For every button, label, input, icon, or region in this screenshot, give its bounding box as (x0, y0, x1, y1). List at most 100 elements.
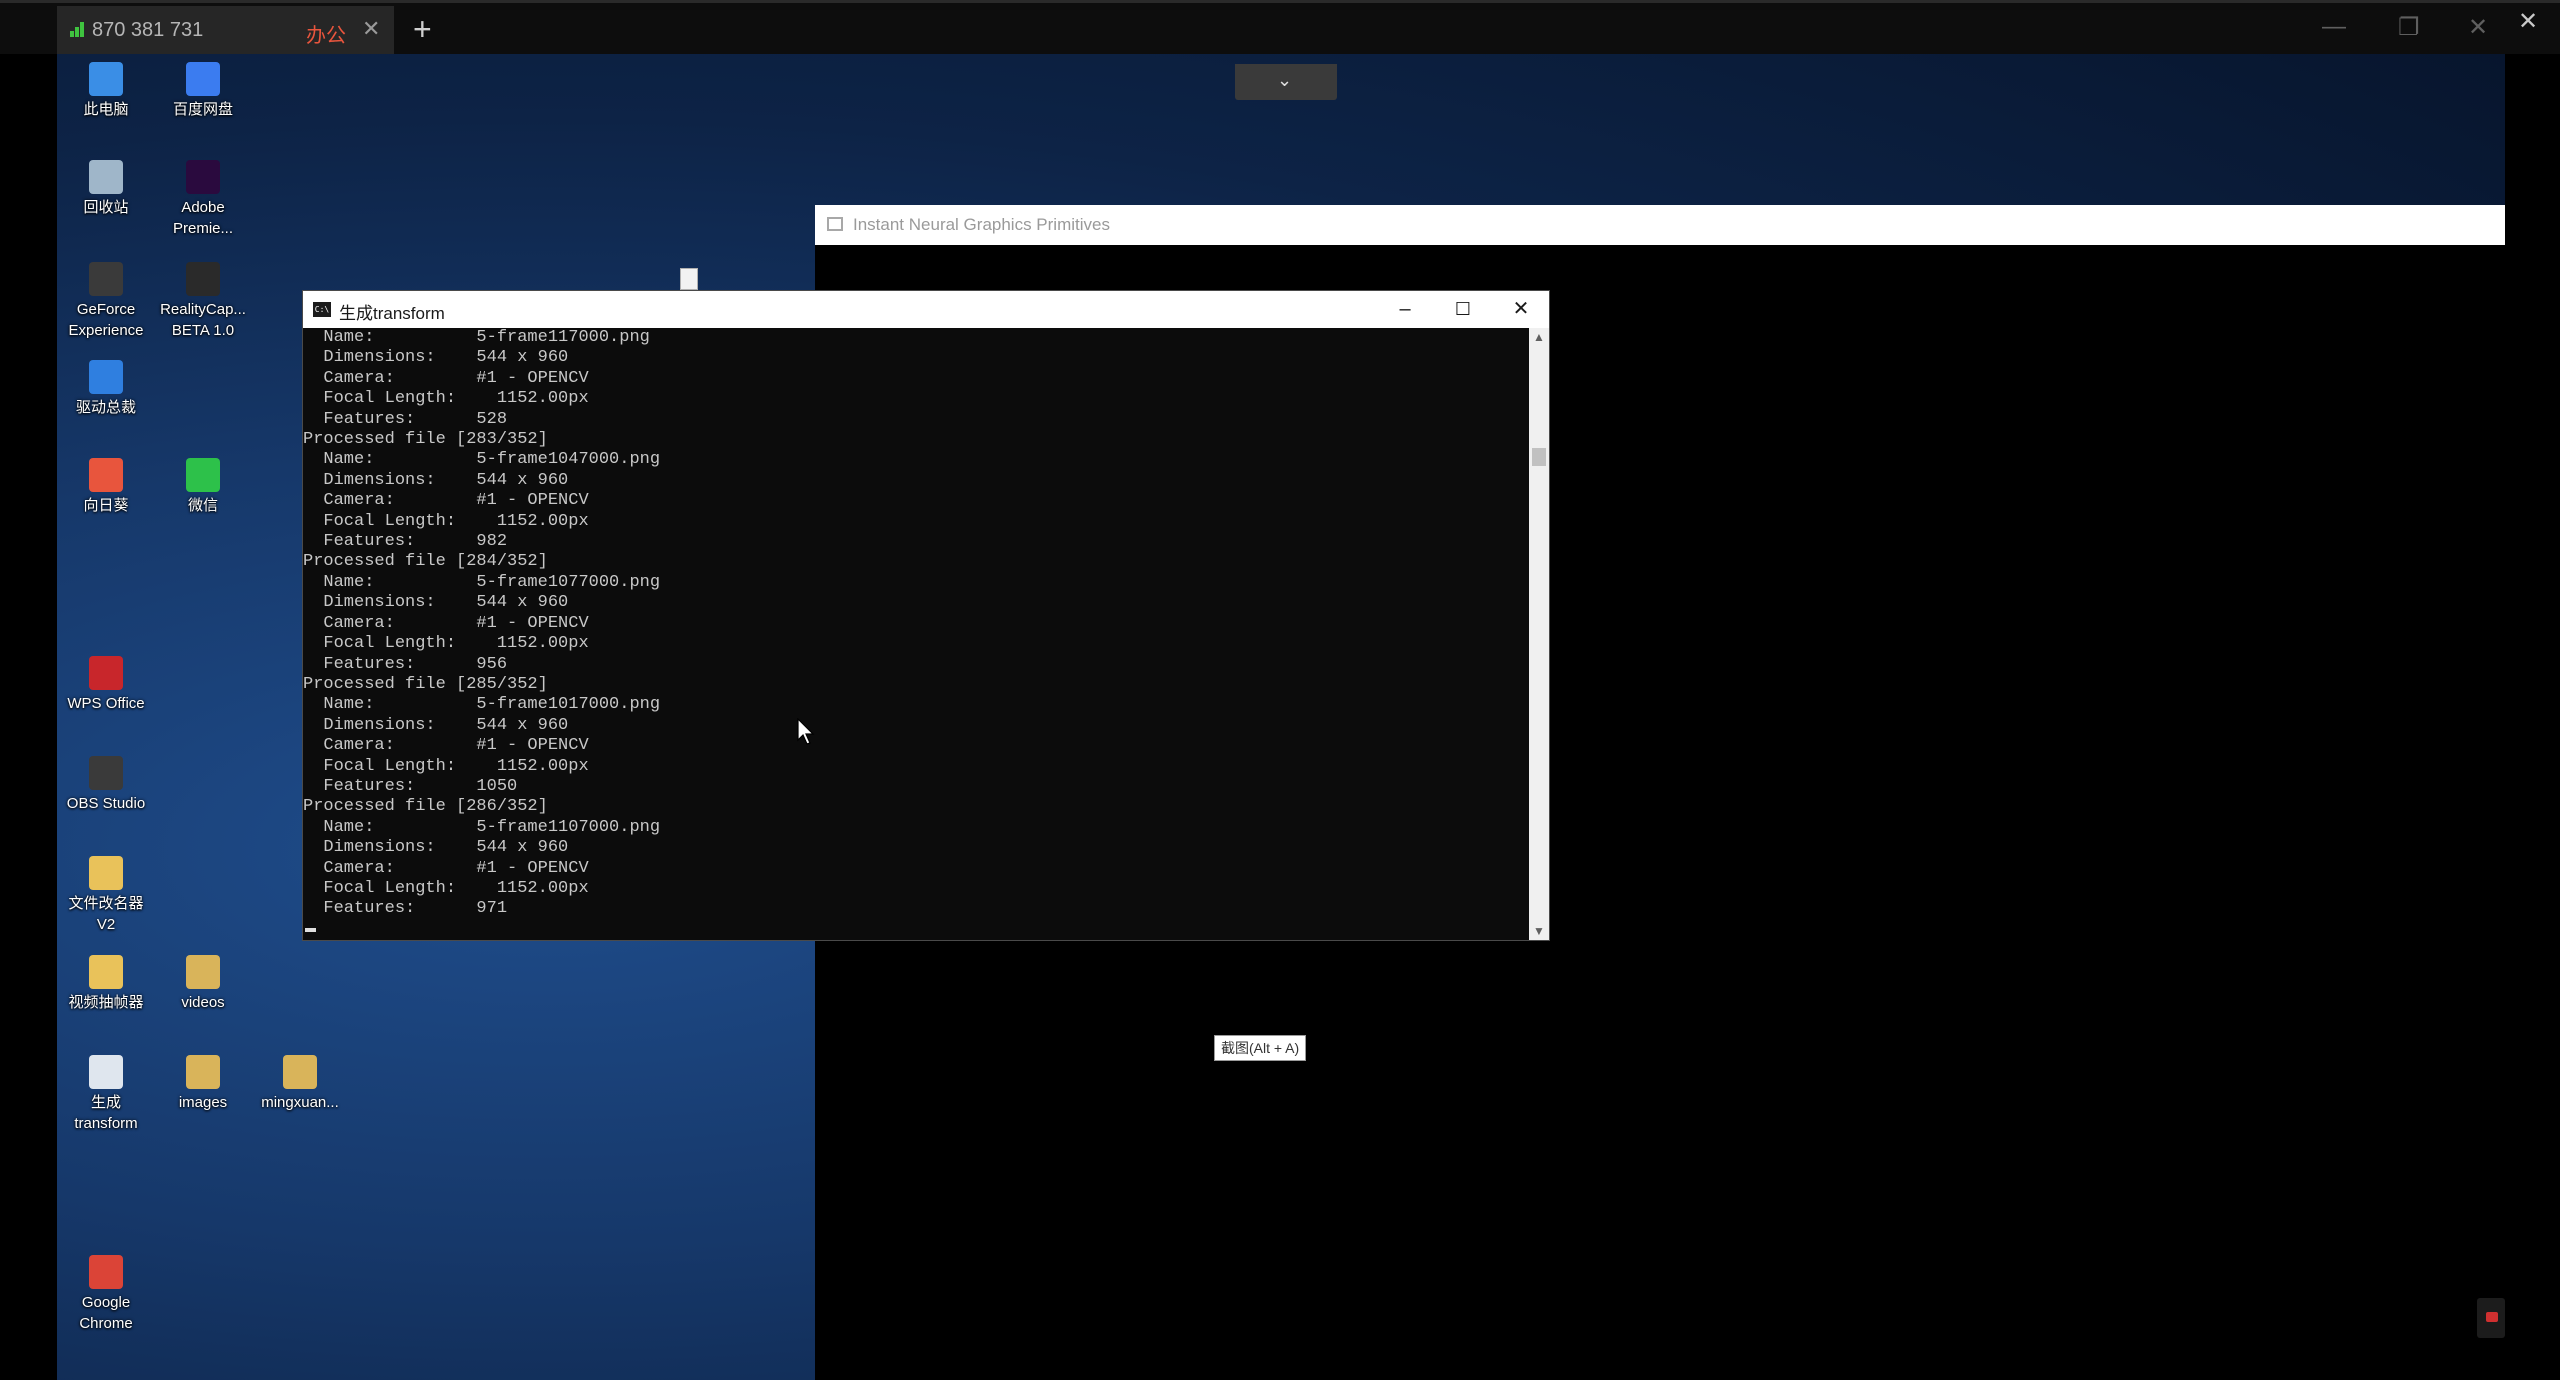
close-button[interactable]: ✕ (1493, 293, 1549, 326)
desktop-icon-label: videos (181, 994, 225, 1011)
renamer-icon (89, 856, 123, 890)
toolbar-dropdown-toggle[interactable]: ⌄ (1235, 64, 1337, 100)
driver-icon (89, 360, 123, 394)
scroll-down-icon[interactable]: ▼ (1529, 924, 1549, 938)
client-side-strip (2505, 54, 2560, 1380)
console-window[interactable]: C:\ 生成transform – ☐ ✕ Name: 5-frame11700… (302, 290, 1550, 941)
console-line: Focal Length: 1152.00px (303, 511, 589, 531)
desktop-icon-label: 视频抽帧器 (68, 994, 144, 1011)
text-cursor (305, 928, 316, 932)
console-line: Camera: #1 - OPENCV (303, 491, 589, 511)
console-line: Features: 528 (303, 409, 508, 429)
client-close-icon[interactable]: ✕ (2518, 7, 2538, 36)
new-tab-button[interactable]: + (413, 11, 432, 48)
sunflower-icon (89, 458, 123, 492)
desktop-icon[interactable]: 文件改名器 V2 (58, 856, 154, 935)
tab-close-icon[interactable]: ✕ (362, 16, 380, 42)
window-app-icon (827, 217, 843, 231)
window-minimize-icon[interactable]: — (2322, 13, 2346, 41)
file-icon[interactable] (680, 268, 698, 290)
desktop-icon-label: 文件改名器 V2 (68, 895, 144, 933)
desktop-icon[interactable]: OBS Studio (58, 756, 154, 814)
desktop-icon[interactable]: GeForce Experience (58, 262, 154, 341)
ngp-window-titlebar[interactable]: Instant Neural Graphics Primitives (815, 205, 2505, 245)
desktop-icon-label: WPS Office (67, 695, 145, 712)
desktop-icon[interactable]: 微信 (155, 458, 251, 516)
recycle-bin-icon (89, 160, 123, 194)
console-app-icon: C:\ (313, 302, 331, 317)
desktop-icon[interactable]: 驱动总裁 (58, 360, 154, 418)
wechat-icon (186, 458, 220, 492)
console-line: Name: 5-frame1107000.png (303, 817, 661, 837)
console-line: Focal Length: 1152.00px (303, 878, 589, 898)
floating-widget[interactable] (2477, 1298, 2505, 1338)
console-line: Focal Length: 1152.00px (303, 634, 589, 654)
console-line: Features: 956 (303, 654, 508, 674)
console-line: Name: 5-frame1017000.png (303, 695, 661, 715)
desktop-icon[interactable]: images (155, 1055, 251, 1113)
desktop-icon-label: 此电脑 (83, 101, 129, 118)
wps-icon (89, 656, 123, 690)
console-output[interactable]: Name: 5-frame117000.png Dimensions: 544 … (303, 328, 1529, 940)
desktop-icon-label: 微信 (187, 497, 218, 514)
console-line: Dimensions: 544 x 960 (303, 348, 569, 368)
widget-icon (2486, 1312, 2498, 1322)
desktop-icon[interactable]: mingxuan... (252, 1055, 348, 1113)
desktop-icon[interactable]: 此电脑 (58, 62, 154, 120)
script-file-icon (89, 1055, 123, 1089)
chrome-icon (89, 1255, 123, 1289)
desktop-icon[interactable]: 视频抽帧器 (58, 955, 154, 1013)
baidu-netdisk-icon (186, 62, 220, 96)
computer-icon (89, 62, 123, 96)
frame-extractor-icon (89, 955, 123, 989)
console-line: Features: 971 (303, 899, 508, 919)
scroll-thumb[interactable] (1532, 448, 1546, 466)
console-line: Camera: #1 - OPENCV (303, 736, 589, 756)
scroll-up-icon[interactable]: ▲ (1529, 330, 1549, 344)
ngp-window-title: Instant Neural Graphics Primitives (853, 215, 1110, 234)
desktop-icon[interactable]: Adobe Premie... (155, 160, 251, 239)
console-line: Name: 5-frame117000.png (303, 328, 650, 347)
desktop-icon[interactable]: videos (155, 955, 251, 1013)
console-titlebar[interactable]: C:\ 生成transform – ☐ ✕ (303, 291, 1549, 328)
desktop-icon-label: 生成 transform (74, 1094, 138, 1132)
desktop-icon-label: 驱动总裁 (75, 399, 136, 416)
window-close-icon[interactable]: ✕ (2468, 13, 2488, 42)
premiere-icon (186, 160, 220, 194)
console-line: Features: 1050 (303, 776, 518, 796)
desktop-icon[interactable]: 向日葵 (58, 458, 154, 516)
desktop-icon-label: Adobe Premie... (172, 199, 233, 237)
console-line: Camera: #1 - OPENCV (303, 613, 589, 633)
console-scrollbar[interactable]: ▲ ▼ (1529, 328, 1549, 940)
connection-id: 870 381 731 (92, 19, 204, 41)
desktop-icon[interactable]: RealityCap... BETA 1.0 (155, 262, 251, 341)
console-line: Processed file [284/352] (303, 552, 548, 572)
console-line: Focal Length: 1152.00px (303, 756, 589, 776)
console-line: Processed file [286/352] (303, 797, 548, 817)
signal-strength-icon (70, 22, 88, 37)
console-line: Processed file [283/352] (303, 430, 548, 450)
remote-client-toolbar: 870 381 731 办公 ✕ + — ❐ ✕ ✕ (0, 0, 2560, 57)
desktop-icon-label: RealityCap... BETA 1.0 (160, 301, 246, 339)
desktop-icon[interactable]: WPS Office (58, 656, 154, 714)
geforce-icon (89, 262, 123, 296)
desktop-icon-label: mingxuan... (261, 1094, 339, 1111)
chevron-down-icon: ⌄ (1277, 70, 1293, 90)
desktop-icon-label: images (178, 1094, 228, 1111)
maximize-button[interactable]: ☐ (1435, 293, 1491, 326)
minimize-button[interactable]: – (1377, 293, 1433, 326)
desktop-icon[interactable]: 回收站 (58, 160, 154, 218)
folder-icon (186, 955, 220, 989)
obs-icon (89, 756, 123, 790)
desktop-icon-label: GeForce Experience (68, 301, 144, 339)
session-label[interactable]: 办公 (306, 19, 346, 48)
window-restore-icon[interactable]: ❐ (2398, 13, 2420, 42)
desktop-icon-label: 向日葵 (83, 497, 129, 514)
desktop-icon[interactable]: 百度网盘 (155, 62, 251, 120)
console-line: Dimensions: 544 x 960 (303, 715, 569, 735)
folder-icon (186, 1055, 220, 1089)
desktop-icon[interactable]: Google Chrome (58, 1255, 154, 1334)
console-line: Name: 5-frame1077000.png (303, 572, 661, 592)
desktop-icon-label: Google Chrome (79, 1294, 133, 1332)
desktop-icon[interactable]: 生成 transform (58, 1055, 154, 1134)
